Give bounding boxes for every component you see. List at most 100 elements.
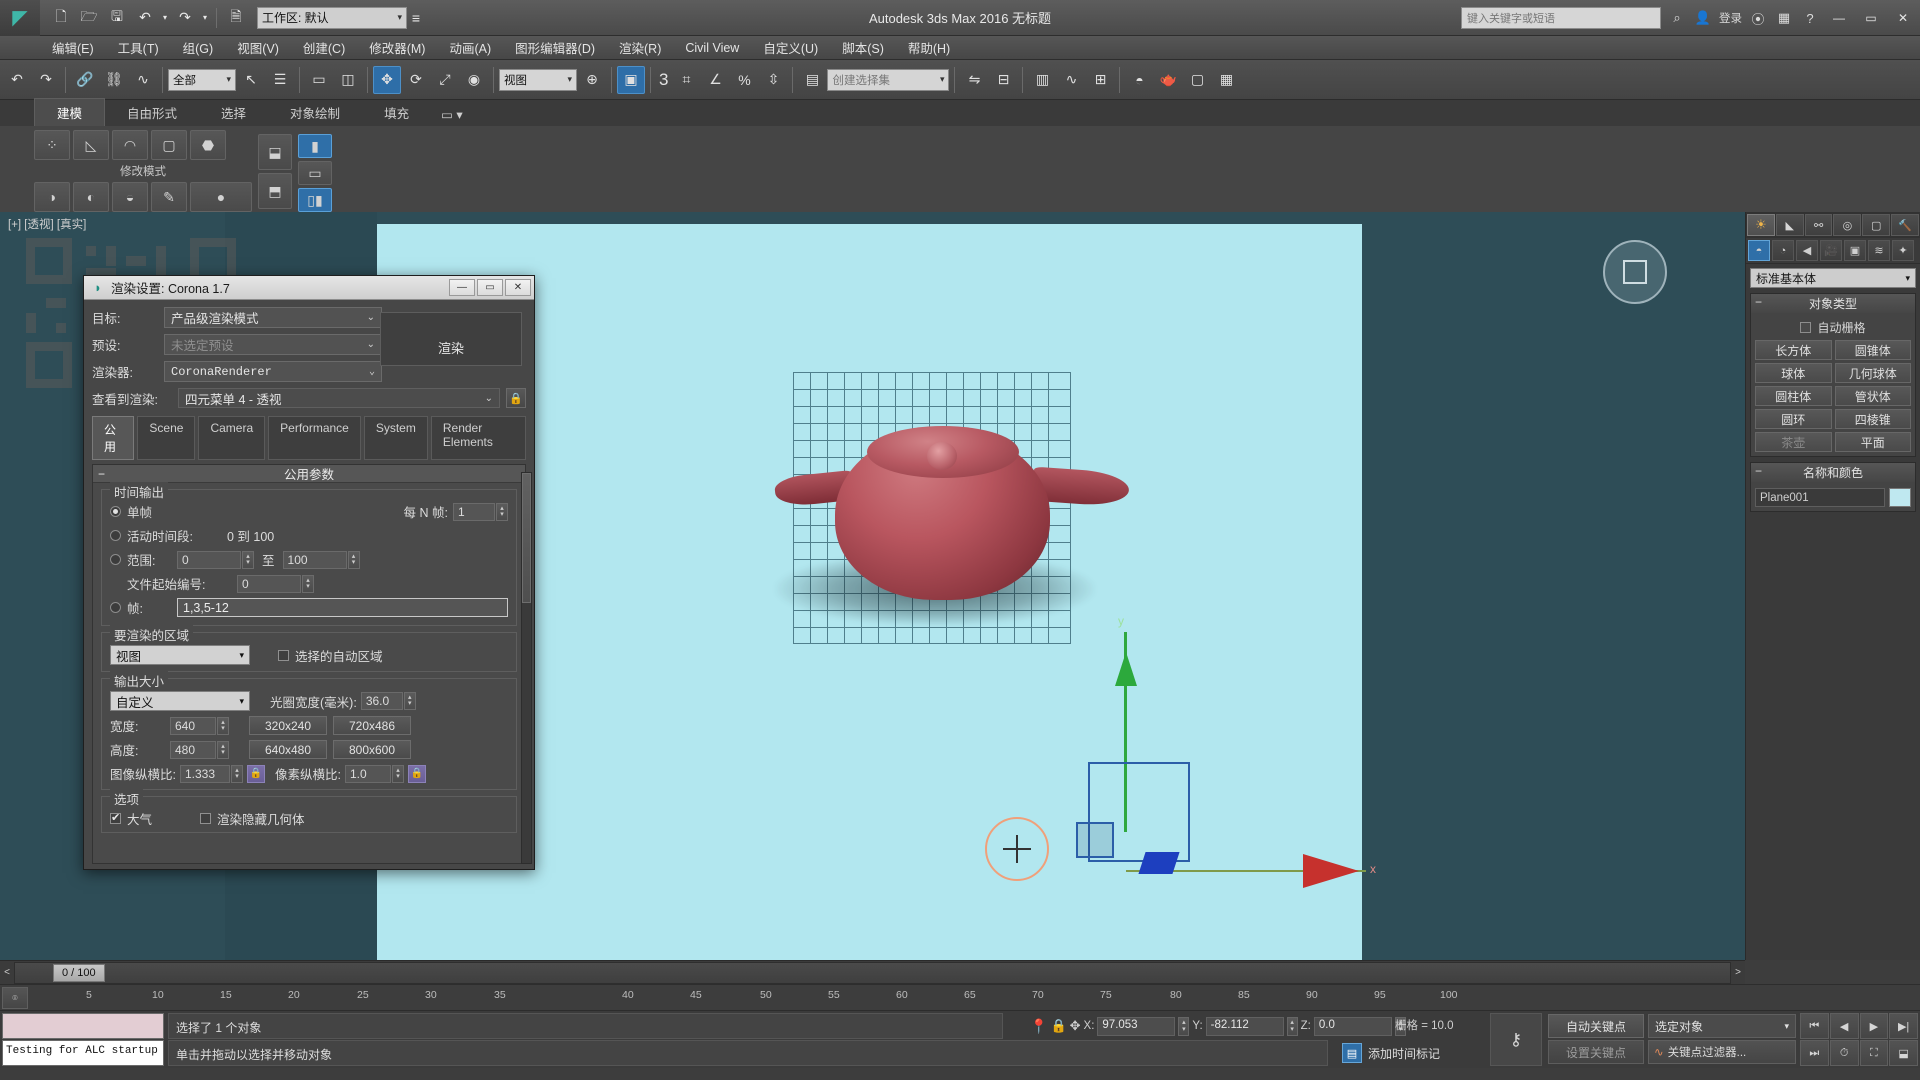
ribbon-tab-populate[interactable]: 填充	[362, 99, 431, 126]
select-and-rotate-icon[interactable]: ⟳	[402, 66, 430, 94]
pixel-aspect-lock-icon[interactable]: 🔒	[407, 764, 426, 783]
window-crossing-icon[interactable]: ◫	[334, 66, 362, 94]
autodesk-360-icon[interactable]: ⦿	[1748, 8, 1768, 28]
spinner-snap-icon[interactable]: ⇳	[759, 66, 787, 94]
time-slider-track[interactable]: 0 / 100	[14, 961, 1731, 984]
object-button-pyramid[interactable]: 四棱锥	[1834, 409, 1911, 429]
display-tab-icon[interactable]: ▢	[1862, 214, 1891, 236]
viewport-label[interactable]: [+] [透视] [真实]	[8, 216, 86, 232]
view-to-render-dropdown[interactable]: 四元菜单 4 - 透视 ⌄	[178, 388, 500, 408]
dialog-title-bar[interactable]: ◗ 渲染设置: Corona 1.7 — ▭ ✕	[84, 276, 534, 300]
ribbon-minimize-icon[interactable]: ▭ ▾	[431, 103, 473, 126]
pixel-aspect-spinner[interactable]: ▴ ▾	[391, 764, 404, 783]
play-animation-icon[interactable]: ▶	[1859, 1013, 1889, 1039]
active-segment-row[interactable]: 活动时间段: 0 到 100	[110, 526, 508, 545]
dialog-scrollbar[interactable]	[521, 472, 532, 864]
maximize-button[interactable]: ▭	[1858, 7, 1884, 29]
object-button-plane[interactable]: 平面	[1834, 432, 1911, 452]
single-frame-radio[interactable]	[110, 506, 121, 517]
lights-icon[interactable]: ◀	[1796, 240, 1818, 261]
search-input[interactable]: 键入关键字或短语	[1461, 7, 1661, 29]
height-input[interactable]: 480	[170, 740, 216, 759]
zoom-extents-icon[interactable]: ⛶	[1859, 1040, 1889, 1066]
menu-rendering[interactable]: 渲染(R)	[607, 35, 673, 60]
ribbon-tab-selection[interactable]: 选择	[199, 99, 268, 126]
timeline-next-icon[interactable]: >	[1731, 967, 1745, 978]
object-category-dropdown[interactable]: 标准基本体 ▾	[1750, 268, 1916, 288]
menu-tools[interactable]: 工具(T)	[106, 35, 171, 60]
create-tab-icon[interactable]: ☀	[1747, 214, 1775, 236]
go-to-start-icon[interactable]: ⏮	[1800, 1013, 1829, 1039]
ribbon-tab-object-paint[interactable]: 对象绘制	[268, 99, 362, 126]
autogrid-checkbox[interactable]	[1800, 322, 1812, 333]
track-bar[interactable]: ⌾ 5 10 15 20 25 30 35 40 45 50 55 60 65 …	[0, 984, 1920, 1010]
generate-topology-icon[interactable]: ◑	[34, 182, 70, 212]
object-button-cylinder[interactable]: 圆柱体	[1755, 386, 1832, 406]
select-by-name-icon[interactable]: ☰	[266, 66, 294, 94]
open-mini-curve-editor-icon[interactable]: ⌾	[2, 987, 28, 1009]
image-aspect-lock-icon[interactable]: 🔒	[246, 764, 265, 783]
signin-label[interactable]: 登录	[1719, 10, 1742, 26]
tab-camera[interactable]: Camera	[198, 416, 266, 460]
selection-filter-dropdown[interactable]: 全部 ▾	[168, 68, 236, 91]
target-dropdown[interactable]: 产品级渲染模式 ⌄	[164, 307, 382, 328]
select-and-move-icon[interactable]: ✥	[373, 65, 401, 94]
dialog-minimize-button[interactable]: —	[449, 279, 475, 296]
signin-icon[interactable]: 👤	[1693, 8, 1713, 28]
unlink-icon[interactable]: ⛓	[100, 66, 128, 94]
coord-x-input[interactable]: 97.053	[1097, 1016, 1176, 1036]
snaps-toggle-icon[interactable]: ⌗	[672, 66, 700, 94]
snap-toggle-value[interactable]: 3	[656, 70, 671, 90]
tab-scene[interactable]: Scene	[137, 416, 196, 460]
file-start-row[interactable]: 文件起始编号: 0 ▴ ▾	[110, 574, 508, 593]
redo-dropdown-icon[interactable]: ▾	[200, 5, 210, 31]
geometry-icon[interactable]: ◓	[1748, 240, 1770, 261]
redo-tool-icon[interactable]: ↷	[32, 66, 60, 94]
object-button-sphere[interactable]: 球体	[1755, 363, 1832, 383]
menu-modifiers[interactable]: 修改器(M)	[357, 35, 437, 60]
object-color-swatch[interactable]	[1889, 488, 1911, 507]
teapot-object[interactable]	[773, 412, 1131, 612]
menu-edit[interactable]: 编辑(E)	[40, 35, 106, 60]
coord-y-input[interactable]: -82.112	[1205, 1016, 1284, 1036]
image-aspect-spinner[interactable]: ▴ ▾	[230, 764, 243, 783]
render-button[interactable]: 渲染	[380, 312, 522, 366]
width-spinner[interactable]: ▴ ▾	[217, 716, 229, 735]
reference-coordinate-system[interactable]: 视图 ▾	[499, 68, 577, 91]
utilities-tab-icon[interactable]: 🔨	[1891, 214, 1919, 236]
named-selection-sets-dropdown[interactable]: 创建选择集 ▾	[827, 68, 950, 91]
common-parameters-header[interactable]: − 公用参数	[93, 465, 525, 483]
layer-explorer-icon[interactable]: ▥	[1028, 66, 1056, 94]
select-object-icon[interactable]: ↖	[237, 66, 265, 94]
time-slider-thumb[interactable]: 0 / 100	[53, 963, 105, 982]
preserve-uvs-icon[interactable]: ▭	[298, 161, 332, 185]
tab-system[interactable]: System	[363, 416, 428, 460]
cameras-icon[interactable]: 🎥	[1820, 240, 1842, 261]
pixel-aspect-input[interactable]: 1.0	[344, 764, 391, 783]
edge-icon[interactable]: ◺	[73, 130, 109, 160]
rectangular-selection-region-icon[interactable]: ▭	[305, 66, 333, 94]
render-setup-icon[interactable]: 🫖	[1154, 66, 1182, 94]
paint-deform-icon[interactable]: ◒	[112, 182, 148, 212]
select-link-icon[interactable]: 🔗	[71, 66, 99, 94]
every-nth-input[interactable]: 1	[453, 502, 495, 521]
menu-scripting[interactable]: 脚本(S)	[830, 35, 896, 60]
maxscript-mini-listener[interactable]	[2, 1013, 164, 1039]
tab-render-elements[interactable]: Render Elements	[430, 416, 526, 460]
undo-icon[interactable]: ↶	[132, 5, 158, 31]
active-segment-radio[interactable]	[110, 530, 121, 541]
curve-editor-icon[interactable]: ∿	[1057, 66, 1085, 94]
timeline-prev-icon[interactable]: <	[0, 967, 14, 978]
redo-icon[interactable]: ↷	[172, 5, 198, 31]
range-row[interactable]: 范围: 0 ▴ ▾ 至 100 ▴ ▾	[110, 550, 508, 569]
save-file-icon[interactable]: 🖫	[104, 5, 130, 31]
key-filter-selection-dropdown[interactable]: 选定对象 ▾	[1648, 1014, 1796, 1038]
use-nurms-icon[interactable]: ▯▮	[298, 188, 332, 212]
add-time-tag-group[interactable]: ▤ 添加时间标记	[1342, 1040, 1440, 1066]
preset-320x240-button[interactable]: 320x240	[249, 716, 327, 735]
edit-icon[interactable]: ✎	[151, 182, 187, 212]
menu-create[interactable]: 创建(C)	[291, 35, 357, 60]
lock-selection-icon[interactable]: 🔒	[1050, 1018, 1066, 1034]
range-radio[interactable]	[110, 554, 121, 565]
set-project-icon[interactable]: 🗎	[223, 5, 249, 31]
